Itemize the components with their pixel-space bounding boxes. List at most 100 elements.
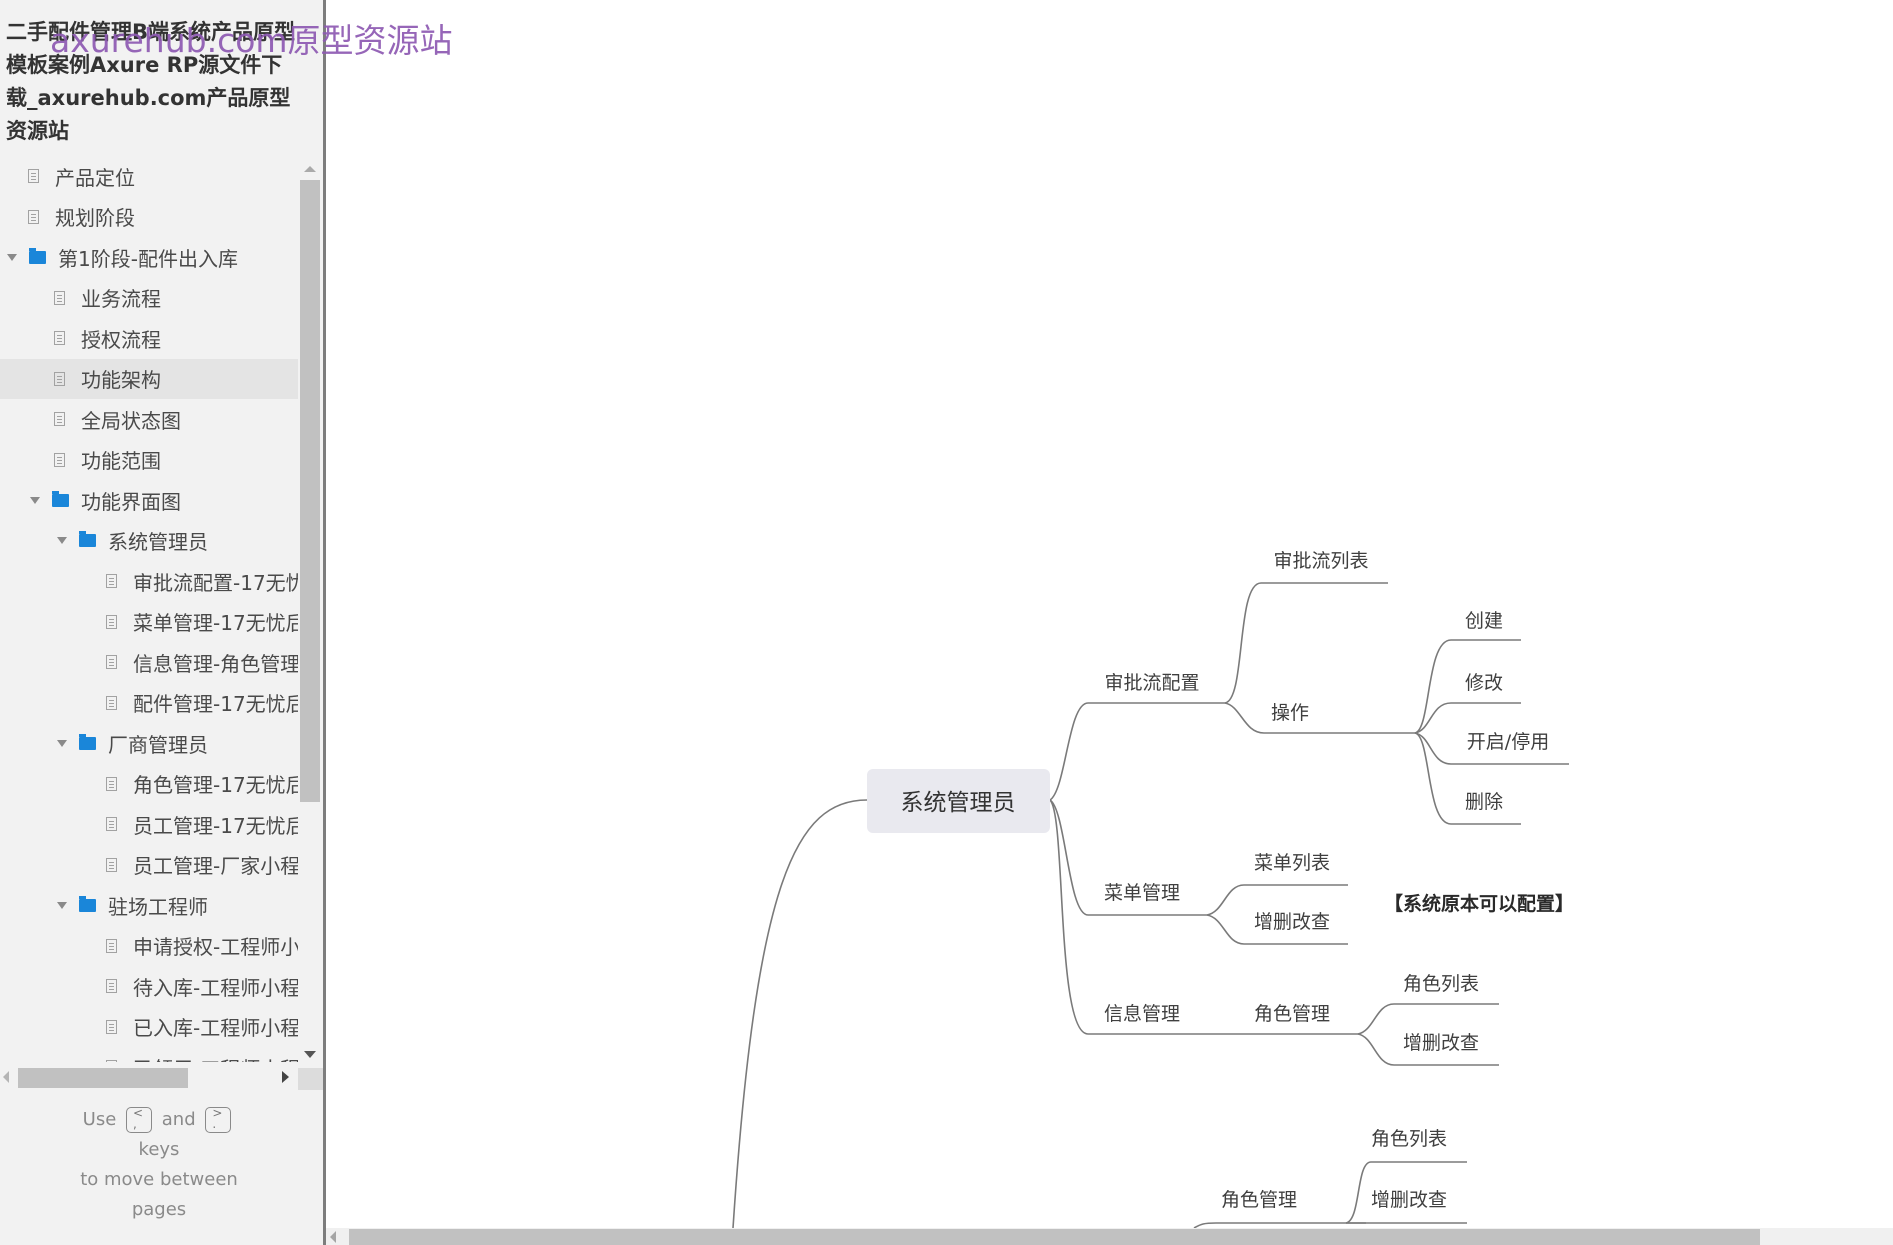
sitemap-item-page[interactable]: 申请授权-工程师小程序 [0,926,298,966]
folder-icon [79,531,96,547]
expand-arrow-icon[interactable] [7,253,17,261]
sitemap-item-label: 系统管理员 [108,530,208,554]
sitemap-item-label: 审批流配置-17无忧 [133,570,298,595]
sitemap-item-label: 授权流程 [81,327,161,352]
expand-arrow-icon[interactable] [57,739,67,747]
node-info-role-list[interactable]: 角色列表 [1403,973,1479,995]
scroll-right-arrow-icon[interactable] [282,1071,289,1083]
sitemap-item-label: 菜单管理-17无忧后台 [133,611,298,635]
prev-key-icon: <, [126,1107,153,1133]
sitemap-item-folder[interactable]: 第1阶段-配件出入库 [0,237,298,277]
page-canvas: 系统管理员 审批流配置 审批流列表 操作 创建 修改 开启/停用 删除 菜单管理… [326,0,1893,1228]
scroll-left-arrow-icon[interactable] [330,1231,336,1243]
connector-approval-list [1224,582,1388,704]
sitemap-item-label: 产品定位 [55,165,135,190]
node-delete[interactable]: 删除 [1465,791,1503,813]
sitemap-item-page[interactable]: 业务流程 [0,278,298,318]
node-info-role-mgmt[interactable]: 角色管理 [1254,1003,1330,1025]
page-icon [106,776,117,791]
hint-use: Use [82,1109,117,1130]
folder-icon [79,895,96,912]
node-approval-config[interactable]: 审批流配置 [1104,672,1199,694]
folder-icon [52,490,69,507]
sitemap-item-page[interactable]: 已入库-工程师小程序 [0,1007,298,1047]
sitemap-vertical-scrollbar[interactable] [299,156,321,1062]
sitemap-item-label: 业务流程 [81,287,161,311]
sitemap-item-page[interactable]: 员工管理-厂家小程序 [0,845,298,885]
node-operation[interactable]: 操作 [1271,702,1309,724]
hint-and: and [161,1109,196,1130]
expand-arrow-icon[interactable] [30,496,40,504]
node-enable-disable[interactable]: 开启/停用 [1467,731,1549,753]
node-menu-mgmt[interactable]: 菜单管理 [1104,882,1180,904]
sitemap-item-page[interactable]: 员工管理-17无忧后台 [0,804,298,844]
scroll-up-arrow-icon[interactable] [304,166,316,172]
connector-operation [1224,702,1415,734]
hint-keys: keys [138,1139,180,1160]
node-lower-role-list[interactable]: 角色列表 [1371,1128,1447,1150]
scroll-left-arrow-icon[interactable] [3,1071,9,1083]
sitemap-horizontal-scrollbar[interactable] [0,1066,323,1090]
connector-root-approval [1049,702,1225,801]
connector-info-role-list [1357,1003,1499,1035]
connector-modify [1414,702,1521,734]
sitemap-item-page[interactable]: 审批流配置-17无忧 [0,561,298,601]
sitemap-item-page[interactable]: 信息管理-角色管理 [0,642,298,682]
folder-icon [79,733,96,750]
node-approval-list[interactable]: 审批流列表 [1273,550,1368,572]
scrollbar-thumb[interactable] [349,1229,1760,1245]
sitemap-item-label: 员工管理-厂家小程序 [133,854,298,878]
expand-arrow-icon[interactable] [57,901,67,909]
sitemap-item-page[interactable]: 产品定位 [0,156,298,196]
mindmap-root-node[interactable]: 系统管理员 [867,769,1050,833]
page-icon [106,574,117,588]
node-lower-role-crud[interactable]: 增删改查 [1371,1189,1447,1211]
sitemap-item-page[interactable]: 配件管理-17无忧后台 [0,683,298,723]
sitemap-item-folder[interactable]: 厂商管理员 [0,723,298,763]
node-menu-list[interactable]: 菜单列表 [1254,852,1330,874]
sitemap-item-page[interactable]: 功能范围 [0,440,298,480]
sitemap-item-page[interactable]: 规划阶段 [0,197,298,237]
sitemap-item-page[interactable]: 待入库-工程师小程序 [0,966,298,1006]
sitemap-item-page[interactable]: 功能架构 [0,358,298,399]
page-icon [106,655,117,669]
sitemap-item-page[interactable]: 授权流程 [0,318,298,358]
page-icon [28,209,39,224]
page-icon [54,290,65,305]
sitemap-item-label: 功能界面图 [81,489,181,514]
scrollbar-thumb[interactable] [18,1068,188,1088]
expand-arrow-icon[interactable] [57,537,67,544]
hint-line2: to move between [80,1169,238,1190]
node-create[interactable]: 创建 [1465,610,1503,632]
sitemap-item-label: 驻场工程师 [108,894,208,919]
sitemap-item-folder[interactable]: 系统管理员 [0,521,298,561]
node-info-role-crud[interactable]: 增删改查 [1403,1032,1479,1054]
sitemap-item-label: 功能范围 [81,449,161,473]
sitemap-item-page[interactable]: 菜单管理-17无忧后台 [0,602,298,642]
connector-root-trunk [732,799,868,1228]
scroll-down-arrow-icon[interactable] [304,1051,316,1058]
canvas-horizontal-scrollbar[interactable] [326,1228,1893,1245]
sitemap-item-folder[interactable]: 驻场工程师 [0,885,298,925]
node-menu-crud[interactable]: 增删改查 [1254,911,1330,933]
hint-line3: pages [131,1199,187,1220]
sitemap-item-label: 规划阶段 [55,206,135,230]
sitemap-item-label: 配件管理-17无忧后台 [133,692,298,716]
folder-icon [29,247,46,264]
node-lower-role-mgmt[interactable]: 角色管理 [1221,1189,1297,1211]
page-icon [106,817,117,831]
node-info-mgmt[interactable]: 信息管理 [1104,1003,1180,1025]
sitemap-item-label: 已领用-工程师小程序 [133,1053,298,1063]
sitemap-panel: 二手配件管理B端系统产品原型模板案例Axure RP源文件下载_axurehub… [0,0,323,1245]
sitemap-item-folder[interactable]: 功能界面图 [0,480,298,520]
next-key-icon: >. [205,1107,232,1133]
sitemap-item-label: 申请授权-工程师小程序 [133,935,298,959]
sitemap-item-page[interactable]: 全局状态图 [0,399,298,439]
node-modify[interactable]: 修改 [1465,672,1503,694]
sitemap-item-page[interactable]: 已领用-工程师小程序 [0,1047,298,1062]
scrollbar-thumb[interactable] [300,180,320,802]
sitemap-item-label: 功能架构 [81,368,161,392]
page-icon [106,857,117,872]
sitemap-item-page[interactable]: 角色管理-17无忧后台 [0,764,298,804]
watermark: axurehub.com原型资源站 [50,21,453,60]
